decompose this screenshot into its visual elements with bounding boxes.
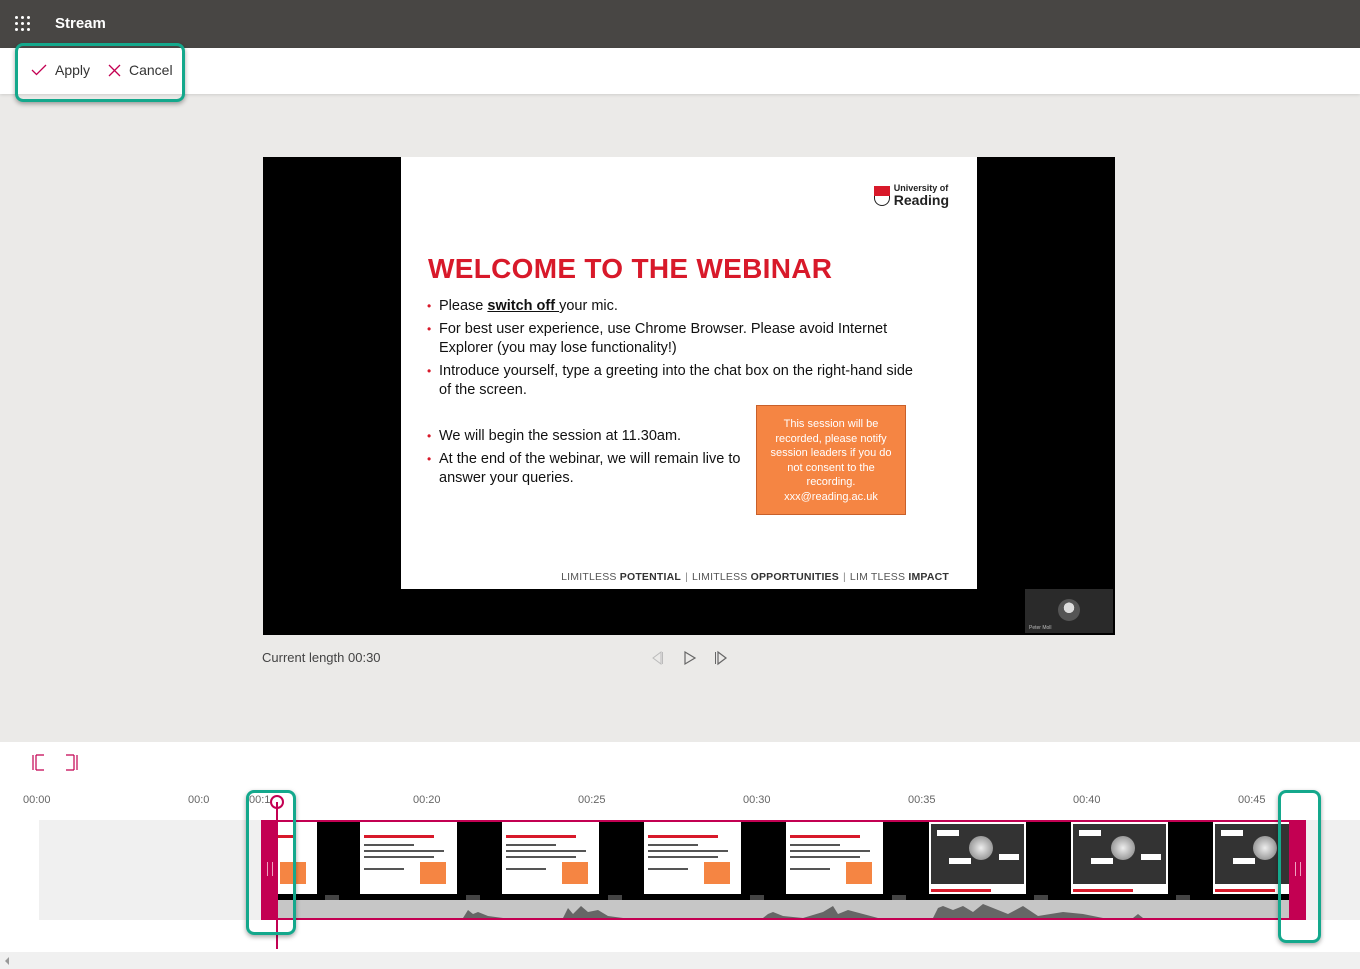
trim-start-button[interactable] xyxy=(32,754,46,771)
thumbnail xyxy=(1071,822,1168,894)
scroll-left-arrow-icon[interactable] xyxy=(5,957,9,965)
bullet-browser: For best user experience, use Chrome Bro… xyxy=(427,320,927,359)
recording-notice: This session will be recorded, please no… xyxy=(756,405,906,515)
crest-icon xyxy=(873,185,890,206)
ruler-tick: 00:1 xyxy=(249,794,271,806)
play-button[interactable] xyxy=(683,650,697,666)
horizontal-scrollbar[interactable] xyxy=(0,952,1360,969)
app-launcher-icon[interactable] xyxy=(15,16,31,32)
ruler-tick: 00:0 xyxy=(188,794,210,806)
bullet-queries: At the end of the webinar, we will remai… xyxy=(427,450,767,489)
apply-button[interactable]: Apply xyxy=(31,62,90,78)
logo-line2: Reading xyxy=(893,192,949,208)
checkmark-icon xyxy=(31,64,47,76)
ruler-tick: 00:00 xyxy=(23,794,51,806)
trim-end-button[interactable] xyxy=(64,754,78,771)
app-title[interactable]: Stream xyxy=(55,15,106,32)
playhead[interactable] xyxy=(276,802,278,949)
playhead-knob[interactable] xyxy=(270,795,284,809)
bullet-introduce: Introduce yourself, type a greeting into… xyxy=(427,362,927,401)
thumbnail xyxy=(502,822,599,894)
previous-frame-button[interactable] xyxy=(650,650,664,666)
video-player[interactable]: University of Reading WELCOME TO THE WEB… xyxy=(263,157,1115,635)
current-length: Current length 00:30 xyxy=(262,650,381,665)
slide-bullets-top: Please switch off your mic. For best use… xyxy=(427,297,927,404)
thumbnail xyxy=(644,822,741,894)
ruler-tick: 00:40 xyxy=(1073,794,1101,806)
ruler-tick: 00:30 xyxy=(743,794,771,806)
slide-bullets-bottom: We will begin the session at 11.30am. At… xyxy=(427,427,767,492)
bullet-mic: Please switch off your mic. xyxy=(427,297,927,317)
bullet-start-time: We will begin the session at 11.30am. xyxy=(427,427,767,447)
command-bar: Apply Cancel xyxy=(0,48,1360,94)
app-header: Stream xyxy=(0,0,1360,48)
ruler-tick: 00:35 xyxy=(908,794,936,806)
university-logo: University of Reading xyxy=(873,184,949,208)
participant-name: Peter Moll xyxy=(1029,625,1052,631)
thumbnail xyxy=(360,822,457,894)
slide-title: WELCOME TO THE WEBINAR xyxy=(428,253,833,284)
video-clip[interactable] xyxy=(261,820,1306,920)
timeline-panel: 00:00 00:0 00:1 00:20 00:25 00:30 00:35 … xyxy=(0,742,1360,969)
trim-end-handle[interactable] xyxy=(1289,820,1306,920)
audio-waveform xyxy=(263,900,1304,918)
cancel-label: Cancel xyxy=(129,62,173,78)
next-frame-button[interactable] xyxy=(714,650,728,666)
participant-tile: Peter Moll xyxy=(1025,589,1113,633)
thumbnail xyxy=(786,822,883,894)
ruler-tick: 00:45 xyxy=(1238,794,1266,806)
close-icon xyxy=(108,64,121,76)
ruler-tick: 00:20 xyxy=(413,794,441,806)
slide-tagline: LIMITLESS POTENTIAL | LIMITLESS OPPORTUNIT… xyxy=(561,571,949,583)
cancel-button[interactable]: Cancel xyxy=(108,62,173,78)
participant-avatar xyxy=(1058,599,1080,621)
thumbnail xyxy=(929,822,1026,894)
ruler-tick: 00:25 xyxy=(578,794,606,806)
slide-frame: University of Reading WELCOME TO THE WEB… xyxy=(401,157,977,589)
apply-label: Apply xyxy=(55,62,91,78)
